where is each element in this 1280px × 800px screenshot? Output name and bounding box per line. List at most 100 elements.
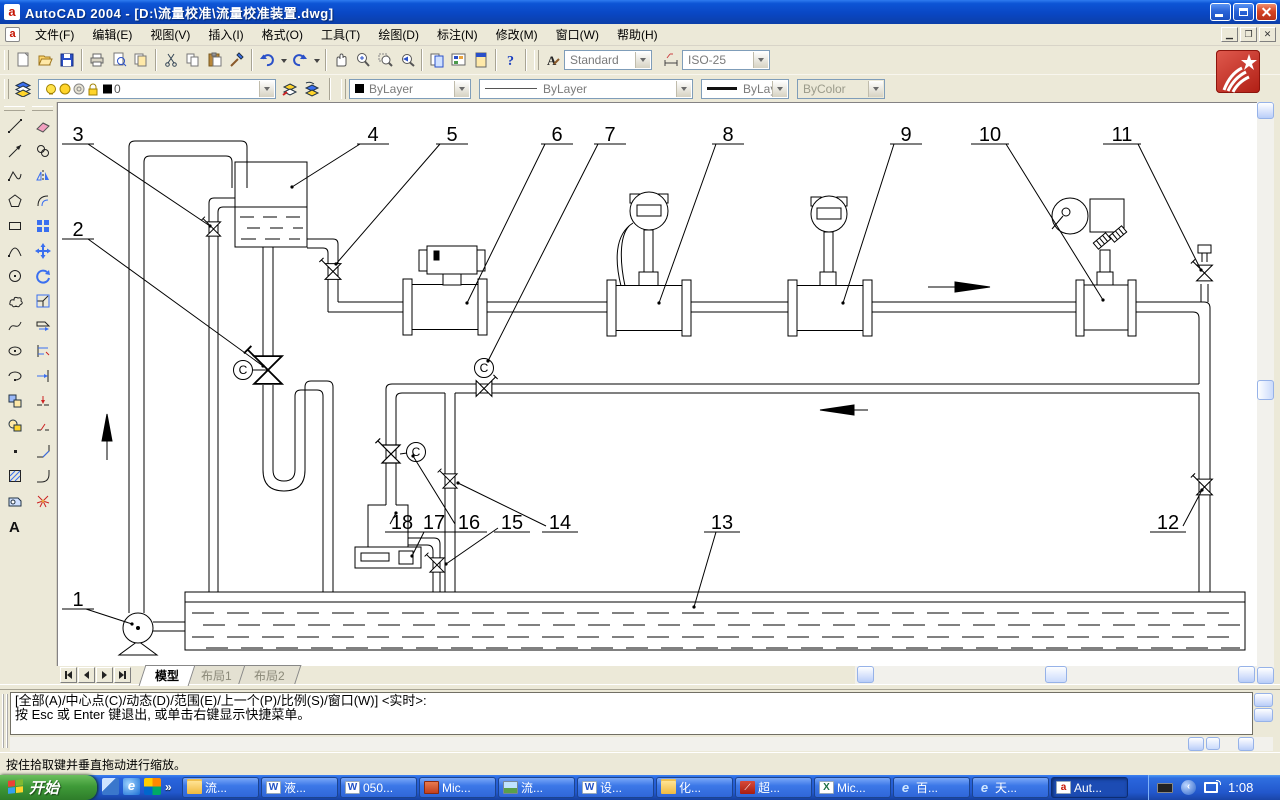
help-icon[interactable]: ? — [500, 49, 522, 71]
show-desktop-icon[interactable] — [102, 778, 119, 795]
copy-object-icon[interactable] — [31, 139, 55, 163]
match-properties-icon[interactable] — [226, 49, 248, 71]
taskbar-item-active[interactable]: aAut... — [1051, 777, 1128, 798]
polygon-icon[interactable] — [3, 189, 27, 213]
menu-edit[interactable]: 编辑(E) — [83, 23, 141, 46]
menu-insert[interactable]: 插入(I) — [199, 23, 252, 46]
toolbar-grip[interactable] — [4, 79, 9, 99]
hatch-icon[interactable] — [3, 464, 27, 488]
toolbar-grip[interactable] — [341, 79, 346, 99]
canvas-vertical-scrollbar[interactable] — [1257, 102, 1274, 684]
drawing-canvas[interactable]: C — [57, 102, 1257, 666]
next-tab-icon[interactable] — [96, 667, 113, 683]
scroll-left-icon[interactable] — [857, 666, 874, 683]
mdi-close-button[interactable]: ✕ — [1259, 27, 1276, 42]
first-tab-icon[interactable] — [60, 667, 77, 683]
designcenter-icon[interactable] — [448, 49, 470, 71]
redo-icon[interactable] — [289, 49, 311, 71]
menu-format[interactable]: 格式(O) — [253, 23, 312, 46]
chevron-down-icon[interactable] — [772, 81, 787, 97]
arc-icon[interactable] — [3, 239, 27, 263]
chevron-down-icon[interactable] — [635, 52, 650, 68]
rotate-icon[interactable] — [31, 264, 55, 288]
menu-window[interactable]: 窗口(W) — [547, 23, 608, 46]
toolbar-grip[interactable] — [534, 50, 539, 70]
last-tab-icon[interactable] — [114, 667, 131, 683]
break-icon[interactable] — [31, 414, 55, 438]
network-icon[interactable] — [1204, 782, 1218, 793]
command-scroll-up-icon[interactable] — [1254, 693, 1273, 707]
ellipse-arc-icon[interactable] — [3, 364, 27, 388]
taskbar-item[interactable]: 流... — [182, 777, 259, 798]
explode-icon[interactable] — [31, 489, 55, 513]
dim-style-icon[interactable] — [660, 49, 682, 71]
taskbar-item[interactable]: ⟋超... — [735, 777, 812, 798]
taskbar-item[interactable]: 流... — [498, 777, 575, 798]
array-icon[interactable] — [31, 214, 55, 238]
menu-draw[interactable]: 绘图(D) — [369, 23, 428, 46]
revision-cloud-icon[interactable] — [3, 289, 27, 313]
chevron-more-icon[interactable]: » — [165, 780, 172, 794]
menu-modify[interactable]: 修改(M) — [487, 23, 547, 46]
taskbar-item[interactable]: Mic... — [419, 777, 496, 798]
menu-dimension[interactable]: 标注(N) — [428, 23, 487, 46]
taskbar-item[interactable]: W设... — [577, 777, 654, 798]
command-line-input[interactable]: [全部(A)/中心点(C)/动态(D)/范围(E)/上一个(P)/比例(S)/窗… — [10, 692, 1253, 735]
horizontal-scroll-thumb[interactable] — [1045, 666, 1067, 683]
menu-help[interactable]: 帮助(H) — [608, 23, 667, 46]
undo-icon[interactable] — [256, 49, 278, 71]
taskbar-item[interactable]: e百... — [893, 777, 970, 798]
text-style-icon[interactable]: A — [542, 49, 564, 71]
scroll-left-icon[interactable] — [1188, 737, 1204, 751]
trim-icon[interactable] — [31, 339, 55, 363]
stretch-icon[interactable] — [31, 314, 55, 338]
command-window-grip[interactable] — [2, 694, 8, 748]
restore-button[interactable] — [1233, 3, 1254, 21]
rectangle-icon[interactable] — [3, 214, 27, 238]
make-layer-current-icon[interactable] — [279, 78, 301, 100]
capture-tool-logo[interactable] — [1216, 50, 1260, 93]
tab-layout2[interactable]: 布局2 — [237, 665, 301, 686]
chevron-down-icon[interactable] — [454, 81, 469, 97]
layers-icon[interactable] — [12, 78, 34, 100]
media-player-icon[interactable] — [144, 778, 161, 795]
break-at-point-icon[interactable] — [31, 389, 55, 413]
menu-tools[interactable]: 工具(T) — [312, 23, 369, 46]
line-icon[interactable] — [3, 114, 27, 138]
spline-icon[interactable] — [3, 314, 27, 338]
command-scroll-thumb[interactable] — [1206, 737, 1220, 750]
vertical-scroll-thumb[interactable] — [1257, 380, 1274, 400]
publish-icon[interactable] — [130, 49, 152, 71]
new-icon[interactable] — [12, 49, 34, 71]
copy-icon[interactable] — [182, 49, 204, 71]
scroll-right-icon[interactable] — [1238, 666, 1255, 683]
chamfer-icon[interactable] — [31, 439, 55, 463]
taskbar-item[interactable]: W050... — [340, 777, 417, 798]
mdi-minimize-button[interactable]: ▁ — [1221, 27, 1238, 42]
command-horizontal-scrollbar[interactable] — [10, 737, 1273, 751]
save-icon[interactable] — [56, 49, 78, 71]
construction-line-icon[interactable] — [3, 139, 27, 163]
menu-file[interactable]: 文件(F) — [26, 23, 83, 46]
zoom-previous-icon[interactable] — [396, 49, 418, 71]
properties-icon[interactable] — [426, 49, 448, 71]
scale-icon[interactable] — [31, 289, 55, 313]
zoom-realtime-icon[interactable] — [352, 49, 374, 71]
text-style-combo[interactable]: Standard — [564, 50, 652, 70]
region-icon[interactable] — [3, 489, 27, 513]
polyline-icon[interactable] — [3, 164, 27, 188]
zoom-window-icon[interactable] — [374, 49, 396, 71]
fillet-icon[interactable] — [31, 464, 55, 488]
print-preview-icon[interactable] — [108, 49, 130, 71]
mirror-icon[interactable] — [31, 164, 55, 188]
close-button[interactable] — [1256, 3, 1277, 21]
linetype-combo[interactable]: ByLayer — [479, 79, 693, 99]
ellipse-icon[interactable] — [3, 339, 27, 363]
scroll-down-icon[interactable] — [1257, 667, 1274, 684]
dim-style-combo[interactable]: ISO-25 — [682, 50, 770, 70]
taskbar-item[interactable]: XMic... — [814, 777, 891, 798]
extend-icon[interactable] — [31, 364, 55, 388]
scroll-right-icon[interactable] — [1238, 737, 1254, 751]
color-combo[interactable]: ByLayer — [349, 79, 471, 99]
print-icon[interactable] — [86, 49, 108, 71]
